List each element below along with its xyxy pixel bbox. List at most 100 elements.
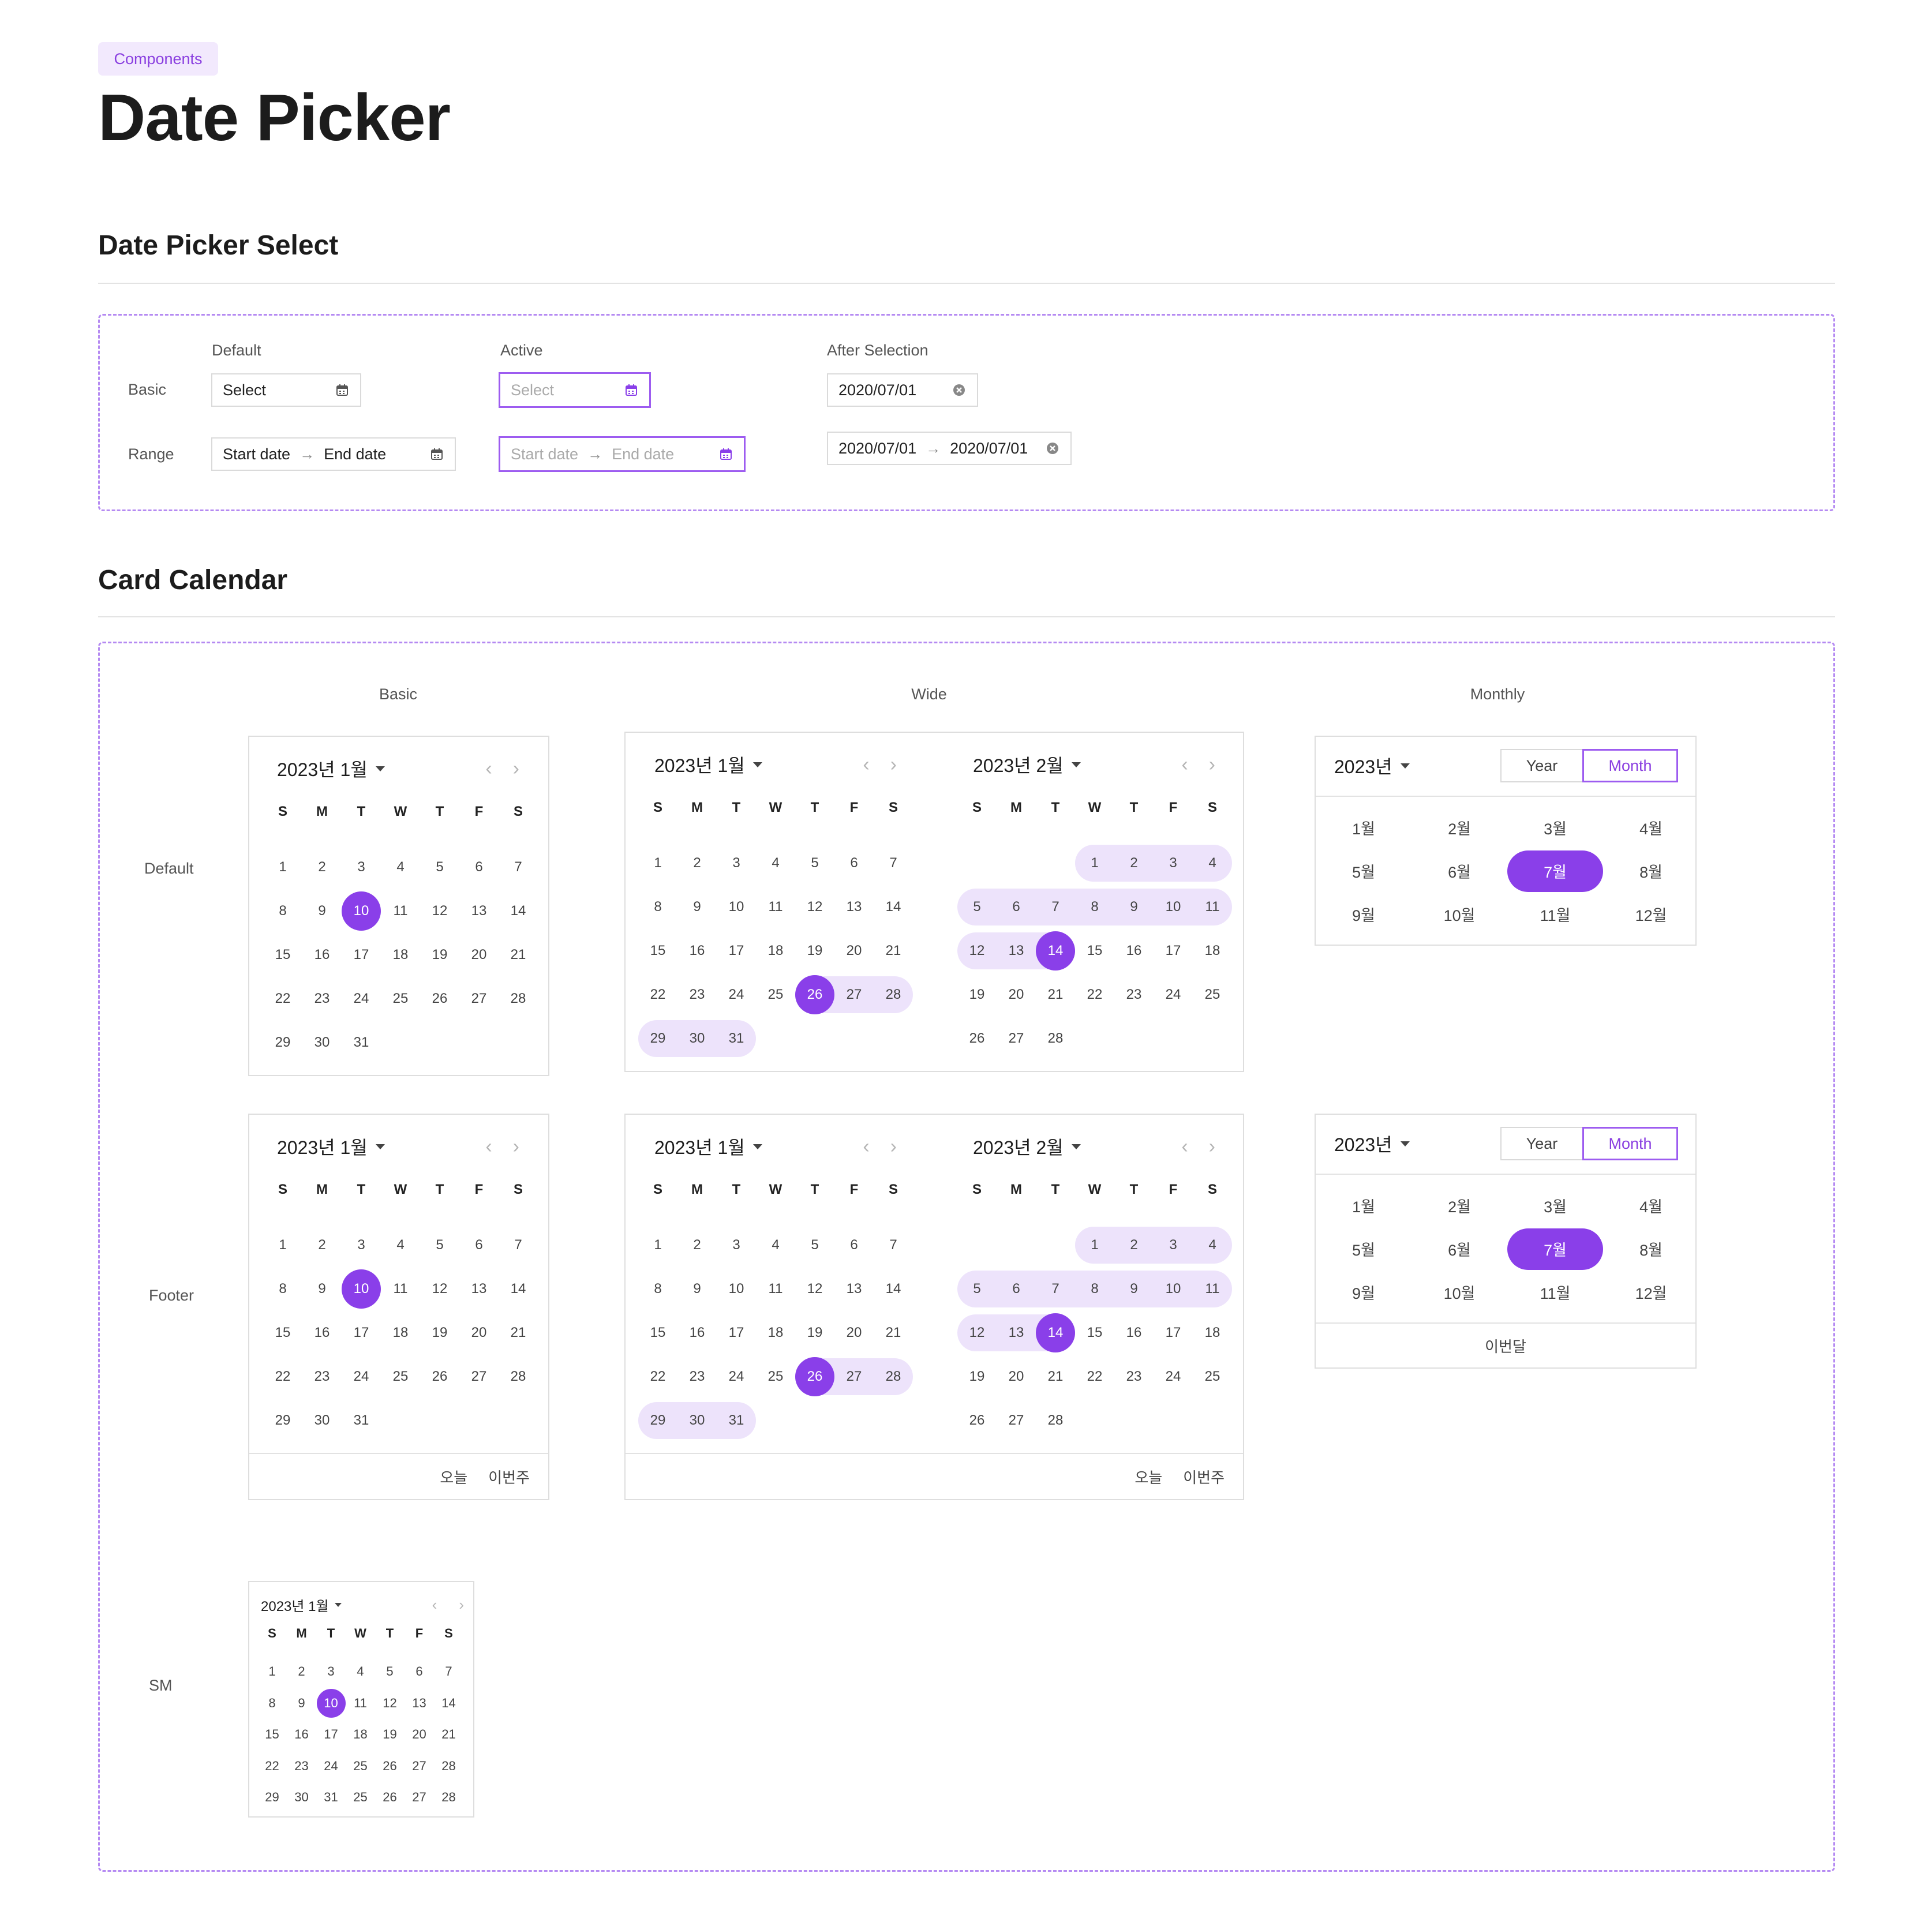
day-cell[interactable]: 20 [834, 929, 874, 973]
day-cell[interactable]: 26 [957, 1399, 997, 1442]
day-cell[interactable]: 9 [287, 1687, 316, 1719]
day-cell[interactable]: 10 [342, 1267, 381, 1311]
day-cell[interactable]: 20 [997, 1355, 1036, 1399]
day-cell[interactable]: 21 [874, 929, 913, 973]
day-cell[interactable]: 20 [405, 1719, 434, 1751]
day-cell[interactable]: 27 [459, 977, 499, 1021]
day-cell[interactable]: 18 [1193, 929, 1232, 973]
day-cell[interactable]: 30 [302, 1399, 342, 1442]
day-cell[interactable]: 11 [381, 889, 420, 933]
day-cell[interactable]: 10 [1154, 1271, 1193, 1308]
chevron-left-icon[interactable]: ‹ [863, 1136, 869, 1158]
day-cell[interactable]: 21 [1036, 1355, 1075, 1399]
day-cell[interactable]: 13 [834, 1267, 874, 1311]
day-cell[interactable]: 12 [420, 1267, 459, 1311]
day-cell[interactable]: 16 [1114, 929, 1154, 973]
day-cell[interactable]: 19 [957, 973, 997, 1017]
day-cell[interactable]: 19 [795, 929, 834, 973]
this-week-button[interactable]: 이번주 [488, 1466, 530, 1487]
day-cell[interactable]: 27 [834, 1358, 874, 1396]
day-cell[interactable]: 28 [434, 1750, 463, 1782]
year-dropdown[interactable]: 2023년 [1334, 752, 1410, 779]
chevron-left-icon[interactable]: ‹ [1181, 1136, 1188, 1158]
month-cell[interactable]: 9월 [1316, 893, 1411, 936]
chevron-right-icon[interactable]: › [1209, 1136, 1215, 1158]
day-cell[interactable]: 18 [381, 1311, 420, 1355]
day-cell[interactable]: 4 [381, 1223, 420, 1267]
day-cell[interactable]: 5 [420, 845, 459, 889]
month-cell[interactable]: 8월 [1603, 1227, 1699, 1271]
day-cell[interactable]: 3 [342, 845, 381, 889]
day-cell[interactable]: 22 [638, 973, 677, 1017]
day-cell[interactable]: 28 [434, 1782, 463, 1813]
day-cell[interactable]: 11 [1193, 1271, 1232, 1308]
day-cell[interactable]: 28 [1036, 1017, 1075, 1061]
day-cell[interactable]: 6 [405, 1656, 434, 1688]
day-cell[interactable]: 25 [756, 1355, 795, 1399]
month-year-dropdown[interactable]: 2023년 1월 [277, 755, 385, 782]
day-cell[interactable]: 23 [677, 1355, 717, 1399]
day-cell[interactable]: 18 [756, 1311, 795, 1355]
month-cell[interactable]: 12월 [1603, 893, 1699, 936]
day-cell[interactable]: 2 [287, 1656, 316, 1688]
day-cell[interactable]: 1 [1075, 845, 1114, 882]
chevron-right-icon[interactable]: › [459, 1596, 464, 1614]
day-cell[interactable]: 20 [459, 933, 499, 977]
day-cell[interactable]: 4 [381, 845, 420, 889]
day-cell[interactable]: 31 [717, 1020, 756, 1058]
day-cell[interactable]: 5 [795, 1223, 834, 1267]
day-cell[interactable]: 31 [717, 1402, 756, 1440]
day-cell[interactable]: 7 [1036, 889, 1075, 926]
day-cell[interactable]: 25 [381, 1355, 420, 1399]
day-cell[interactable]: 17 [342, 933, 381, 977]
day-cell[interactable]: 8 [1075, 1271, 1114, 1308]
day-cell[interactable]: 5 [420, 1223, 459, 1267]
month-toggle-button[interactable]: Month [1582, 1127, 1678, 1160]
month-cell[interactable]: 2월 [1411, 806, 1507, 849]
month-cell[interactable]: 6월 [1411, 849, 1507, 893]
day-cell[interactable]: 30 [677, 1020, 717, 1058]
day-cell[interactable]: 21 [434, 1719, 463, 1751]
day-cell[interactable]: 29 [263, 1399, 302, 1442]
day-cell[interactable]: 4 [346, 1656, 375, 1688]
day-cell[interactable]: 17 [1154, 929, 1193, 973]
day-cell[interactable]: 12 [957, 932, 997, 970]
day-cell[interactable]: 13 [459, 889, 499, 933]
day-cell[interactable]: 4 [1193, 845, 1232, 882]
day-cell[interactable]: 20 [997, 973, 1036, 1017]
clear-icon[interactable] [952, 383, 967, 398]
day-cell[interactable]: 22 [1075, 973, 1114, 1017]
day-cell[interactable]: 16 [677, 929, 717, 973]
day-cell[interactable]: 6 [834, 1223, 874, 1267]
month-cell[interactable]: 5월 [1316, 849, 1411, 893]
day-cell[interactable]: 30 [287, 1782, 316, 1813]
day-cell[interactable]: 5 [957, 889, 997, 926]
day-cell[interactable]: 19 [420, 1311, 459, 1355]
day-cell[interactable]: 1 [257, 1656, 287, 1688]
day-cell[interactable]: 27 [834, 976, 874, 1014]
day-cell[interactable]: 27 [459, 1355, 499, 1399]
day-cell[interactable]: 29 [638, 1020, 677, 1058]
day-cell[interactable]: 17 [1154, 1311, 1193, 1355]
day-cell[interactable]: 28 [499, 1355, 538, 1399]
day-cell[interactable]: 7 [874, 1223, 913, 1267]
day-cell[interactable]: 2 [302, 845, 342, 889]
day-cell[interactable]: 17 [717, 929, 756, 973]
month-year-dropdown[interactable]: 2023년 1월 [654, 751, 762, 778]
day-cell[interactable]: 26 [375, 1782, 405, 1813]
day-cell[interactable]: 12 [420, 889, 459, 933]
day-cell[interactable]: 16 [677, 1311, 717, 1355]
day-cell[interactable]: 9 [677, 885, 717, 929]
this-month-button[interactable]: 이번달 [1485, 1335, 1526, 1357]
day-cell[interactable]: 13 [834, 885, 874, 929]
day-cell[interactable]: 15 [638, 1311, 677, 1355]
chevron-left-icon[interactable]: ‹ [485, 758, 492, 780]
day-cell[interactable]: 20 [459, 1311, 499, 1355]
day-cell[interactable]: 6 [459, 845, 499, 889]
day-cell[interactable]: 21 [499, 1311, 538, 1355]
day-cell[interactable]: 12 [375, 1687, 405, 1719]
day-cell[interactable]: 14 [874, 1267, 913, 1311]
day-cell[interactable]: 27 [405, 1750, 434, 1782]
day-cell[interactable]: 5 [375, 1656, 405, 1688]
month-cell[interactable]: 1월 [1316, 1184, 1411, 1227]
